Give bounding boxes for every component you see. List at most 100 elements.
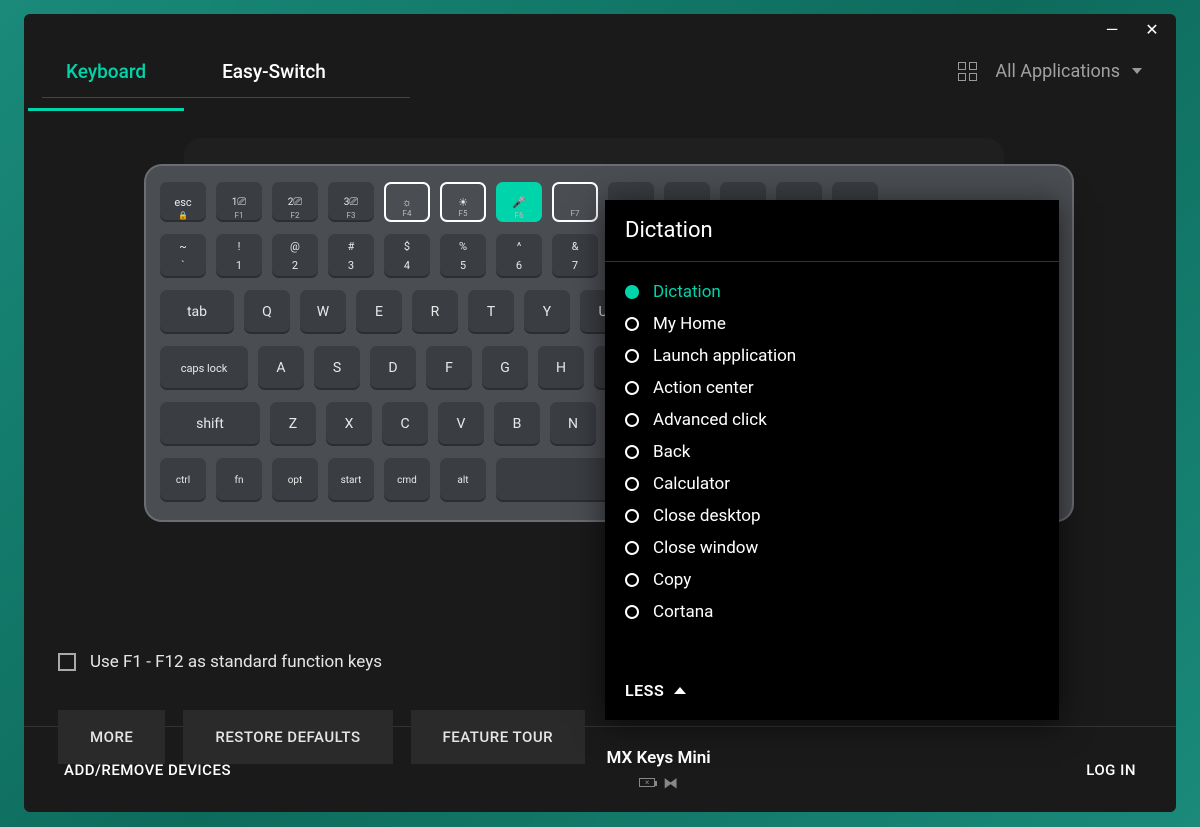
key-1[interactable]: !1: [216, 234, 262, 278]
option-back[interactable]: Back: [625, 436, 1039, 468]
titlebar: — ✕: [24, 14, 1176, 44]
option-close-window[interactable]: Close window: [625, 532, 1039, 564]
radio-icon: [625, 381, 639, 395]
fn-checkbox[interactable]: Use F1 - F12 as standard function keys: [58, 652, 382, 672]
key-cmd[interactable]: cmd: [384, 458, 430, 502]
option-label: Close desktop: [653, 506, 761, 526]
radio-icon: [625, 477, 639, 491]
radio-icon: [625, 317, 639, 331]
action-popup: Dictation Dictation My Home Launch applica…: [605, 200, 1059, 720]
bluetooth-icon: ⧓: [663, 774, 678, 792]
key-n[interactable]: N: [550, 402, 596, 446]
fn-checkbox-label: Use F1 - F12 as standard function keys: [90, 652, 382, 672]
key-capslock[interactable]: caps lock: [160, 346, 248, 390]
key-f1[interactable]: 1⎚F1: [216, 182, 262, 222]
key-y[interactable]: Y: [524, 290, 570, 334]
option-label: Action center: [653, 378, 754, 398]
key-esc[interactable]: esc🔒: [160, 182, 206, 222]
option-label: Advanced click: [653, 410, 767, 430]
key-5[interactable]: %5: [440, 234, 486, 278]
key-f2[interactable]: 2⎚F2: [272, 182, 318, 222]
app-grid-icon[interactable]: [958, 62, 977, 81]
key-ctrl[interactable]: ctrl: [160, 458, 206, 502]
key-2[interactable]: @2: [272, 234, 318, 278]
key-f5[interactable]: ☀F5: [440, 182, 486, 222]
key-f7[interactable]: F7: [552, 182, 598, 222]
key-f6-selected[interactable]: 🎤F6: [496, 182, 542, 222]
more-button[interactable]: MORE: [58, 710, 165, 764]
checkbox-icon: [58, 653, 76, 671]
key-r[interactable]: R: [412, 290, 458, 334]
radio-icon: [625, 413, 639, 427]
radio-icon: [625, 541, 639, 555]
content: esc🔒 1⎚F1 2⎚F2 3⎚F3 ☼F4 ☀F5 🎤F6 F7 F8 F9…: [24, 98, 1176, 726]
key-w[interactable]: W: [300, 290, 346, 334]
key-4[interactable]: $4: [384, 234, 430, 278]
key-g[interactable]: G: [482, 346, 528, 390]
chevron-down-icon: [1132, 68, 1142, 74]
key-`[interactable]: ~`: [160, 234, 206, 278]
key-7[interactable]: &7: [552, 234, 598, 278]
key-f[interactable]: F: [426, 346, 472, 390]
feature-tour-button[interactable]: FEATURE TOUR: [411, 710, 586, 764]
option-label: Close window: [653, 538, 758, 558]
key-3[interactable]: #3: [328, 234, 374, 278]
key-d[interactable]: D: [370, 346, 416, 390]
key-shift[interactable]: shift: [160, 402, 260, 446]
option-label: Copy: [653, 570, 691, 590]
key-opt[interactable]: opt: [272, 458, 318, 502]
radio-icon: [625, 573, 639, 587]
radio-icon: [625, 445, 639, 459]
key-c[interactable]: C: [382, 402, 428, 446]
option-label: Dictation: [653, 282, 721, 302]
option-label: Calculator: [653, 474, 730, 494]
minimize-button[interactable]: —: [1104, 20, 1120, 39]
key-v[interactable]: V: [438, 402, 484, 446]
app-selector-label: All Applications: [995, 61, 1120, 82]
key-f4[interactable]: ☼F4: [384, 182, 430, 222]
option-action-center[interactable]: Action center: [625, 372, 1039, 404]
key-x[interactable]: X: [326, 402, 372, 446]
popup-options-list: Dictation My Home Launch application Action…: [605, 262, 1059, 667]
key-t[interactable]: T: [468, 290, 514, 334]
tab-easy-switch[interactable]: Easy-Switch: [214, 46, 334, 97]
login-button[interactable]: LOG IN: [1086, 761, 1136, 779]
option-close-desktop[interactable]: Close desktop: [625, 500, 1039, 532]
key-fn[interactable]: fn: [216, 458, 262, 502]
device-name: MX Keys Mini: [607, 748, 711, 768]
key-s[interactable]: S: [314, 346, 360, 390]
popup-title: Dictation: [605, 200, 1059, 262]
key-f3[interactable]: 3⎚F3: [328, 182, 374, 222]
key-6[interactable]: ^6: [496, 234, 542, 278]
option-calculator[interactable]: Calculator: [625, 468, 1039, 500]
button-row: MORE RESTORE DEFAULTS FEATURE TOUR: [58, 710, 585, 764]
restore-defaults-button[interactable]: RESTORE DEFAULTS: [183, 710, 392, 764]
close-button[interactable]: ✕: [1144, 20, 1160, 39]
tabs: Keyboard Easy-Switch All Applications: [24, 44, 1176, 98]
key-z[interactable]: Z: [270, 402, 316, 446]
option-launch-application[interactable]: Launch application: [625, 340, 1039, 372]
key-b[interactable]: B: [494, 402, 540, 446]
option-advanced-click[interactable]: Advanced click: [625, 404, 1039, 436]
key-start[interactable]: start: [328, 458, 374, 502]
option-my-home[interactable]: My Home: [625, 308, 1039, 340]
battery-icon: ×: [639, 778, 655, 787]
app-selector[interactable]: All Applications: [995, 61, 1142, 82]
key-tab[interactable]: tab: [160, 290, 234, 334]
option-label: My Home: [653, 314, 726, 334]
key-h[interactable]: H: [538, 346, 584, 390]
key-e[interactable]: E: [356, 290, 402, 334]
option-label: Launch application: [653, 346, 796, 366]
less-button[interactable]: LESS: [605, 667, 1059, 720]
key-a[interactable]: A: [258, 346, 304, 390]
option-dictation[interactable]: Dictation: [625, 276, 1039, 308]
option-cortana[interactable]: Cortana: [625, 596, 1039, 628]
tab-keyboard[interactable]: Keyboard: [58, 46, 154, 97]
chevron-up-icon: [674, 687, 686, 694]
app-window: — ✕ Keyboard Easy-Switch All Application…: [24, 14, 1176, 812]
radio-icon: [625, 285, 639, 299]
radio-icon: [625, 509, 639, 523]
key-alt[interactable]: alt: [440, 458, 486, 502]
option-copy[interactable]: Copy: [625, 564, 1039, 596]
key-q[interactable]: Q: [244, 290, 290, 334]
